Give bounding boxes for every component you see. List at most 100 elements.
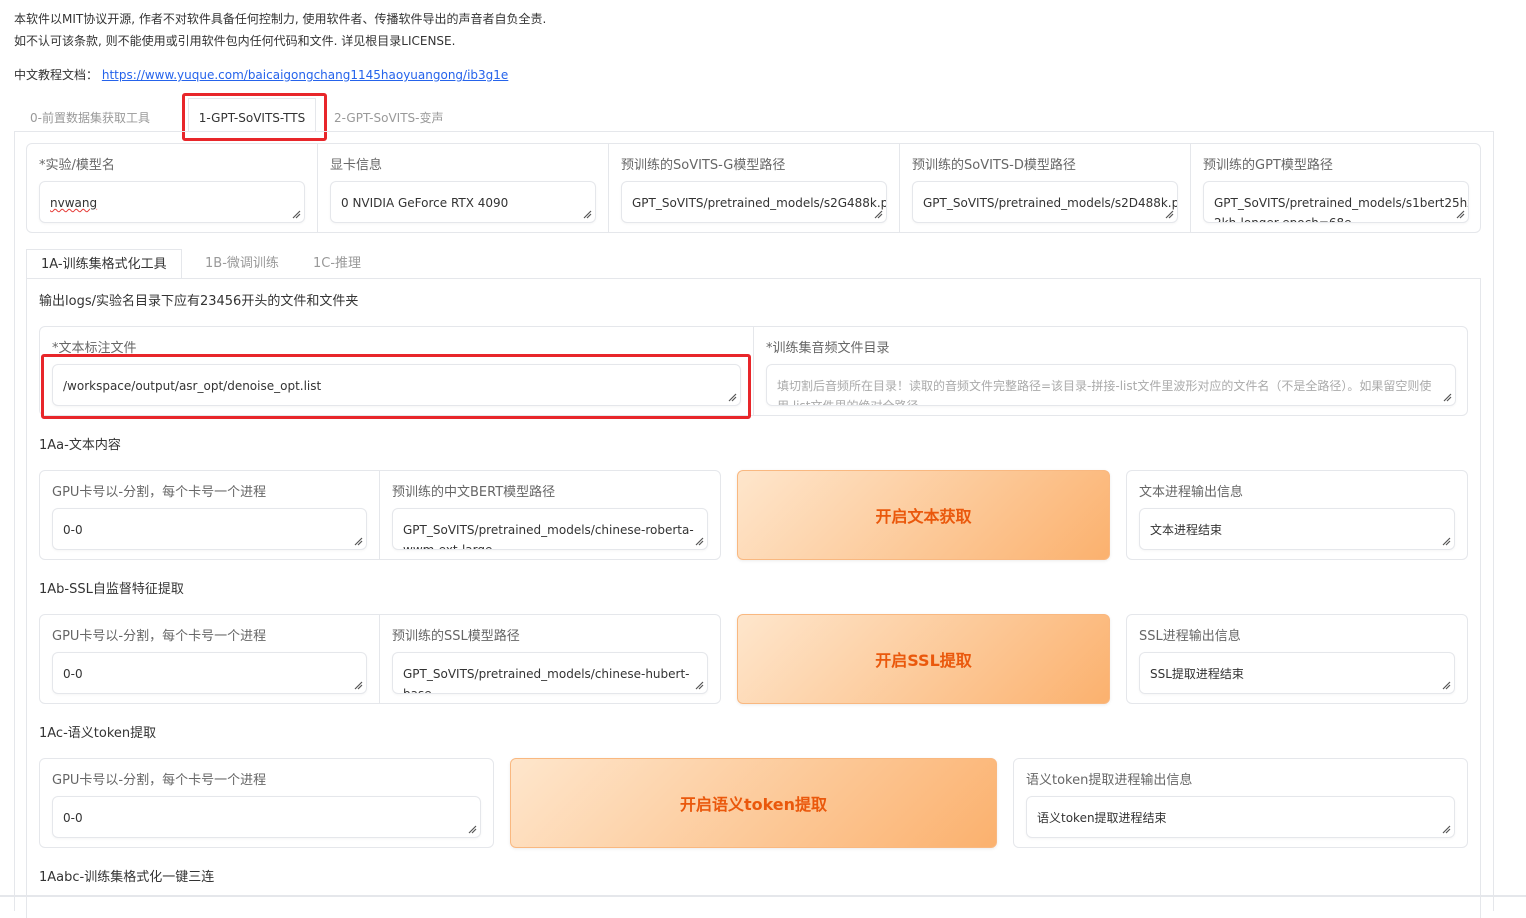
resize-grip-icon[interactable] [583, 210, 592, 219]
ssl-model-value: GPT_SoVITS/pretrained_models/chinese-hub… [403, 667, 690, 694]
experiment-name-cell: *实验/模型名 nvwang [27, 144, 318, 232]
license-notice: 本软件以MIT协议开源, 作者不对软件具备任何控制力, 使用软件者、传播软件导出… [14, 8, 546, 52]
text-label-file-label: *文本标注文件 [52, 341, 137, 356]
sovits-d-label: 预训练的SoVITS-D模型路径 [912, 158, 1076, 173]
resize-grip-icon[interactable] [695, 537, 704, 546]
section-oneclick-title: 1Aabc-训练集格式化一键三连 [39, 870, 215, 885]
ssl-model-label: 预训练的SSL模型路径 [392, 629, 520, 644]
ssl-gpu-cell: GPU卡号以-分割，每个卡号一个进程 0-0 [40, 615, 380, 703]
text-output-field[interactable]: 文本进程结束 [1139, 508, 1455, 550]
token-gpu-input[interactable]: 0-0 [52, 796, 481, 838]
gpt-model-cell: 预训练的GPT模型路径 GPT_SoVITS/pretrained_models… [1191, 144, 1481, 232]
resize-grip-icon[interactable] [354, 537, 363, 546]
token-output-field[interactable]: 语义token提取进程结束 [1026, 796, 1455, 838]
resize-grip-icon[interactable] [874, 210, 883, 219]
text-settings-row: GPU卡号以-分割，每个卡号一个进程 0-0 预训练的中文BERT模型路径 GP… [39, 470, 721, 560]
start-ssl-button[interactable]: 开启SSL提取 [737, 614, 1110, 704]
token-output-label: 语义token提取进程输出信息 [1026, 773, 1193, 788]
ssl-gpu-label: GPU卡号以-分割，每个卡号一个进程 [52, 629, 267, 644]
ssl-output-value: SSL提取进程结束 [1150, 667, 1244, 681]
doc-link-row: 中文教程文档： https://www.yuque.com/baicaigong… [14, 66, 508, 83]
section-text-title: 1Aa-文本内容 [39, 438, 121, 453]
start-token-button[interactable]: 开启语义token提取 [510, 758, 997, 848]
ssl-output-label: SSL进程输出信息 [1139, 629, 1241, 644]
bert-model-cell: 预训练的中文BERT模型路径 GPT_SoVITS/pretrained_mod… [380, 471, 720, 559]
text-output-value: 文本进程结束 [1150, 523, 1223, 537]
subtab-dataset-format[interactable]: 1A-训练集格式化工具 [26, 249, 182, 279]
tab-dataset-tools[interactable]: 0-前置数据集获取工具 [30, 98, 150, 132]
sovits-d-value: GPT_SoVITS/pretrained_models/s2D488k.pth [923, 196, 1178, 210]
start-text-button[interactable]: 开启文本获取 [737, 470, 1110, 560]
text-label-file-input[interactable]: /workspace/output/asr_opt/denoise_opt.li… [52, 364, 741, 406]
resize-grip-icon[interactable] [1442, 537, 1451, 546]
ssl-output-field[interactable]: SSL提取进程结束 [1139, 652, 1455, 694]
resize-grip-icon[interactable] [1165, 210, 1174, 219]
sovits-g-value: GPT_SoVITS/pretrained_models/s2G488k.pth [632, 196, 887, 210]
bert-model-value: GPT_SoVITS/pretrained_models/chinese-rob… [403, 523, 694, 550]
text-gpu-input[interactable]: 0-0 [52, 508, 367, 550]
gpt-model-label: 预训练的GPT模型路径 [1203, 158, 1333, 173]
experiment-name-label: *实验/模型名 [39, 158, 115, 173]
license-line-2: 如不认可该条款, 则不能使用或引用软件包内任何代码和文件. 详见根目录LICEN… [14, 34, 456, 48]
bert-model-label: 预训练的中文BERT模型路径 [392, 485, 556, 500]
token-output-value: 语义token提取进程结束 [1037, 811, 1167, 825]
experiment-name-input[interactable]: nvwang [39, 181, 305, 223]
resize-grip-icon[interactable] [1456, 210, 1465, 219]
token-gpu-box: GPU卡号以-分割，每个卡号一个进程 0-0 [39, 758, 494, 848]
sovits-g-input[interactable]: GPT_SoVITS/pretrained_models/s2G488k.pth [621, 181, 887, 223]
text-output-label: 文本进程输出信息 [1139, 485, 1244, 500]
bert-model-input[interactable]: GPT_SoVITS/pretrained_models/chinese-rob… [392, 508, 708, 550]
resize-grip-icon[interactable] [292, 210, 301, 219]
sovits-g-cell: 预训练的SoVITS-G模型路径 GPT_SoVITS/pretrained_m… [609, 144, 900, 232]
top-tab-bar: 0-前置数据集获取工具 1-GPT-SoVITS-TTS 2-GPT-SoVIT… [14, 98, 1494, 132]
ssl-model-input[interactable]: GPT_SoVITS/pretrained_models/chinese-hub… [392, 652, 708, 694]
sovits-d-cell: 预训练的SoVITS-D模型路径 GPT_SoVITS/pretrained_m… [900, 144, 1191, 232]
audio-dir-input[interactable]: 填切割后音频所在目录！读取的音频文件完整路径=该目录-拼接-list文件里波形对… [766, 364, 1456, 406]
ssl-settings-row: GPU卡号以-分割，每个卡号一个进程 0-0 预训练的SSL模型路径 GPT_S… [39, 614, 721, 704]
resize-grip-icon[interactable] [468, 825, 477, 834]
gpu-info-value: 0 NVIDIA GeForce RTX 4090 [341, 196, 509, 210]
file-settings-row: *文本标注文件 /workspace/output/asr_opt/denois… [39, 326, 1468, 416]
resize-grip-icon[interactable] [728, 393, 737, 402]
gpt-model-input[interactable]: GPT_SoVITS/pretrained_models/s1bert25hz-… [1203, 181, 1469, 223]
ssl-gpu-value: 0-0 [63, 667, 83, 681]
license-line-1: 本软件以MIT协议开源, 作者不对软件具备任何控制力, 使用软件者、传播软件导出… [14, 12, 547, 26]
audio-dir-cell: *训练集音频文件目录 填切割后音频所在目录！读取的音频文件完整路径=该目录-拼接… [754, 327, 1468, 415]
resize-grip-icon[interactable] [354, 681, 363, 690]
text-label-file-value: /workspace/output/asr_opt/denoise_opt.li… [63, 379, 322, 393]
resize-grip-icon[interactable] [1442, 825, 1451, 834]
tab-voice-change[interactable]: 2-GPT-SoVITS-变声 [334, 98, 443, 132]
text-gpu-value: 0-0 [63, 523, 83, 537]
resize-grip-icon[interactable] [1443, 393, 1452, 402]
subtab-inference[interactable]: 1C-推理 [313, 249, 361, 279]
tab-gpt-sovits-tts[interactable]: 1-GPT-SoVITS-TTS [188, 98, 316, 132]
token-gpu-value: 0-0 [63, 811, 83, 825]
text-output-box: 文本进程输出信息 文本进程结束 [1126, 470, 1468, 560]
doc-label: 中文教程文档： [14, 68, 99, 82]
text-label-file-cell: *文本标注文件 /workspace/output/asr_opt/denois… [40, 327, 754, 415]
section-token-title: 1Ac-语义token提取 [39, 726, 157, 741]
ssl-model-cell: 预训练的SSL模型路径 GPT_SoVITS/pretrained_models… [380, 615, 720, 703]
sovits-d-input[interactable]: GPT_SoVITS/pretrained_models/s2D488k.pth [912, 181, 1178, 223]
model-settings-row: *实验/模型名 nvwang 显卡信息 0 NVIDIA GeForce RTX… [26, 143, 1481, 233]
gpu-info-label: 显卡信息 [330, 158, 383, 173]
token-output-box: 语义token提取进程输出信息 语义token提取进程结束 [1013, 758, 1468, 848]
doc-link[interactable]: https://www.yuque.com/baicaigongchang114… [102, 68, 508, 82]
sovits-g-label: 预训练的SoVITS-G模型路径 [621, 158, 786, 173]
audio-dir-placeholder: 填切割后音频所在目录！读取的音频文件完整路径=该目录-拼接-list文件里波形对… [777, 379, 1432, 406]
section-ssl-title: 1Ab-SSL自监督特征提取 [39, 582, 184, 597]
ssl-gpu-input[interactable]: 0-0 [52, 652, 367, 694]
audio-dir-label: *训练集音频文件目录 [766, 341, 890, 356]
resize-grip-icon[interactable] [695, 681, 704, 690]
experiment-name-value: nvwang [50, 196, 98, 210]
text-gpu-label: GPU卡号以-分割，每个卡号一个进程 [52, 485, 267, 500]
gpu-info-cell: 显卡信息 0 NVIDIA GeForce RTX 4090 [318, 144, 609, 232]
sub-tab-bar: 1A-训练集格式化工具 1B-微调训练 1C-推理 [26, 249, 1481, 279]
text-gpu-cell: GPU卡号以-分割，每个卡号一个进程 0-0 [40, 471, 380, 559]
ssl-output-box: SSL进程输出信息 SSL提取进程结束 [1126, 614, 1468, 704]
resize-grip-icon[interactable] [1442, 681, 1451, 690]
subtab-finetune[interactable]: 1B-微调训练 [205, 249, 279, 279]
token-gpu-label: GPU卡号以-分割，每个卡号一个进程 [52, 773, 267, 788]
gpu-info-input[interactable]: 0 NVIDIA GeForce RTX 4090 [330, 181, 596, 223]
gpt-model-value: GPT_SoVITS/pretrained_models/s1bert25hz-… [1214, 196, 1469, 223]
